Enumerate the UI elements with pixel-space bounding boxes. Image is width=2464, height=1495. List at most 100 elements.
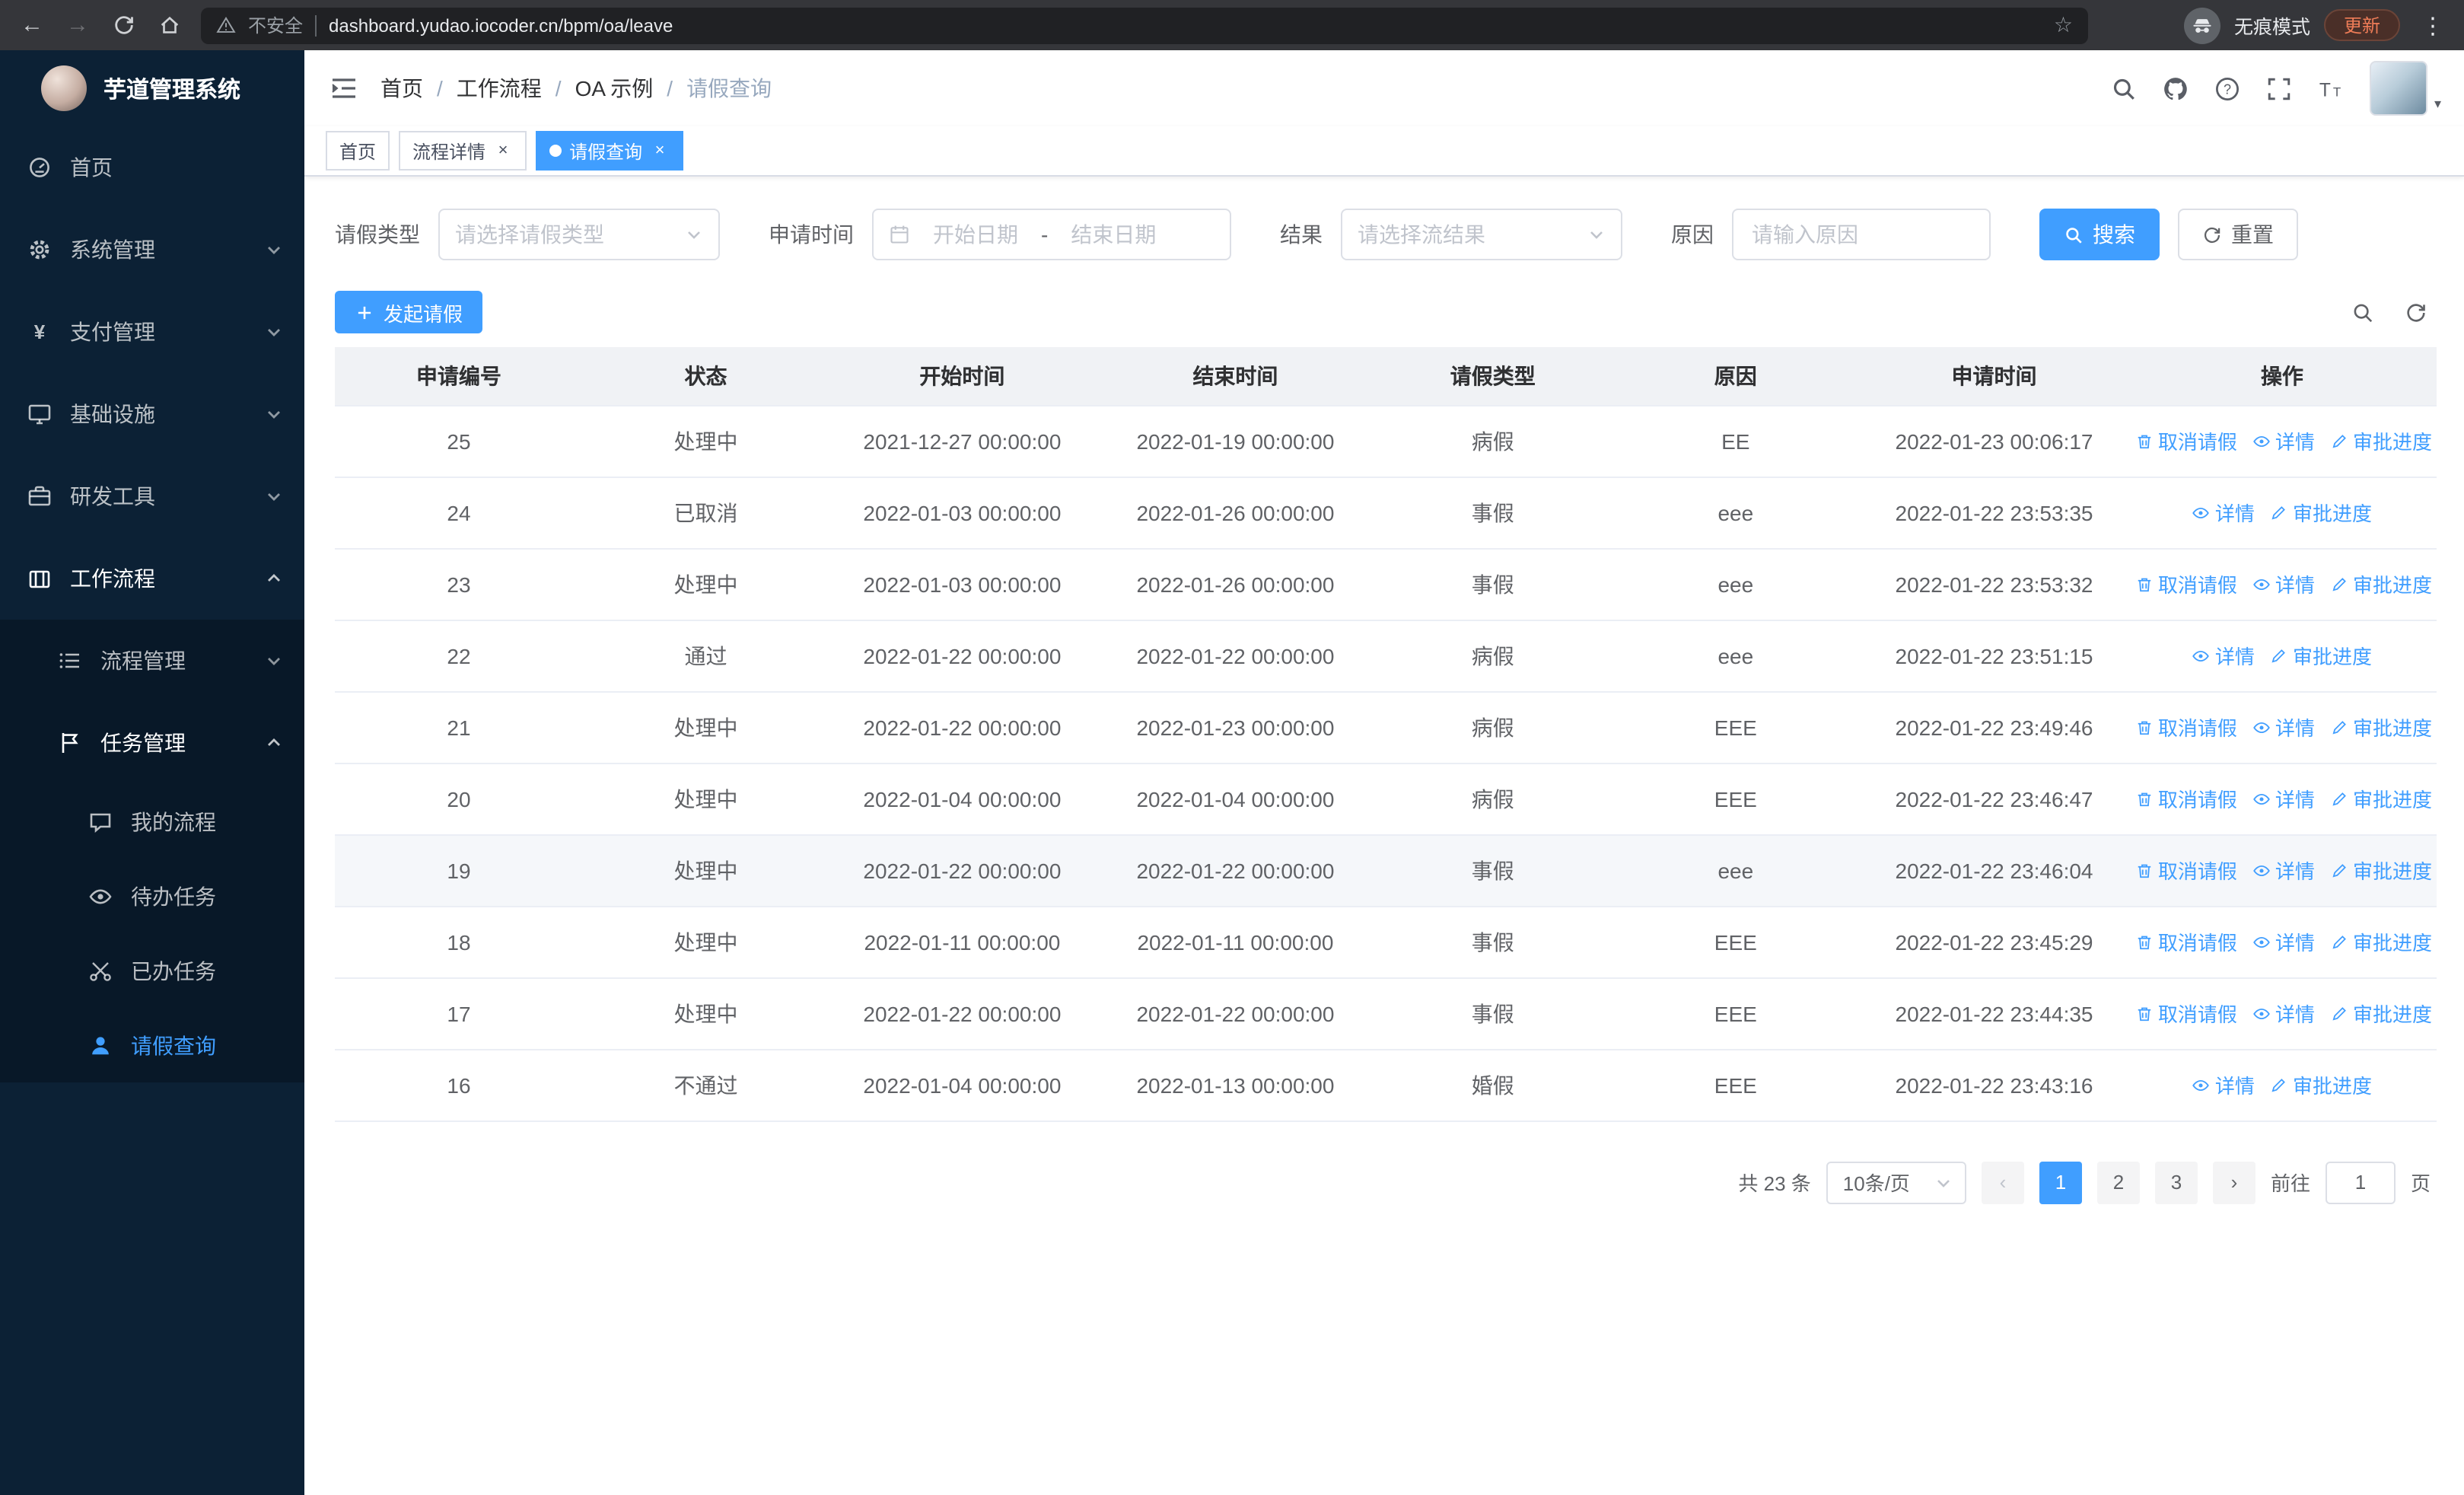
- action-cancel-link[interactable]: 取消请假: [2135, 712, 2237, 741]
- sidebar-item-task-management[interactable]: 任务管理: [0, 702, 304, 784]
- action-cancel-link[interactable]: 取消请假: [2135, 784, 2237, 813]
- action-label: 审批进度: [2352, 431, 2432, 454]
- browser-menu-icon[interactable]: ⋮: [2414, 11, 2452, 39]
- eye-icon: [2252, 861, 2271, 879]
- update-button[interactable]: 更新: [2323, 9, 2400, 41]
- start-date-input[interactable]: [921, 222, 1030, 247]
- sidebar-item-workflow[interactable]: 工作流程: [0, 537, 304, 620]
- cell-start: 2022-01-11 00:00:00: [829, 906, 1096, 978]
- browser-reload-icon[interactable]: [103, 5, 143, 45]
- action-progress-link[interactable]: 审批进度: [2330, 999, 2432, 1028]
- tab-process-detail[interactable]: 流程详情 ×: [399, 131, 527, 171]
- reset-button[interactable]: 重置: [2178, 209, 2298, 260]
- monitor-icon: [27, 402, 52, 426]
- action-progress-link[interactable]: 审批进度: [2330, 426, 2432, 455]
- action-detail-link[interactable]: 详情: [2252, 856, 2315, 885]
- sidebar-item-done-tasks[interactable]: 已办任务: [0, 933, 304, 1008]
- url-text[interactable]: dashboard.yudao.iocoder.cn/bpm/oa/leave: [329, 14, 2042, 36]
- action-detail-link[interactable]: 详情: [2252, 569, 2315, 598]
- prev-page-button[interactable]: ‹: [1981, 1161, 2024, 1203]
- reason-input[interactable]: [1752, 222, 1971, 247]
- github-icon[interactable]: [2163, 75, 2189, 101]
- date-range-picker[interactable]: -: [872, 209, 1231, 260]
- cell-id: 21: [335, 691, 583, 763]
- table-toolbar: 发起请假: [335, 291, 2437, 333]
- page-size-select[interactable]: 10条/页: [1826, 1161, 1966, 1203]
- action-progress-link[interactable]: 审批进度: [2330, 712, 2432, 741]
- breadcrumb-separator: /: [437, 76, 443, 100]
- fullscreen-icon[interactable]: [2267, 75, 2293, 101]
- action-cancel-link[interactable]: 取消请假: [2135, 426, 2237, 455]
- bookmark-star-icon[interactable]: ☆: [2054, 12, 2073, 38]
- action-detail-link[interactable]: 详情: [2252, 712, 2315, 741]
- action-cancel-link[interactable]: 取消请假: [2135, 999, 2237, 1028]
- cell-reason: EEE: [1610, 763, 1861, 835]
- help-icon[interactable]: ?: [2215, 75, 2241, 101]
- browser-home-icon[interactable]: [149, 5, 189, 45]
- action-progress-link[interactable]: 审批进度: [2270, 498, 2372, 527]
- sidebar-collapse-icon[interactable]: [330, 76, 358, 100]
- action-progress-link[interactable]: 审批进度: [2330, 856, 2432, 885]
- search-icon[interactable]: [2112, 75, 2138, 101]
- action-progress-link[interactable]: 审批进度: [2330, 927, 2432, 956]
- result-select[interactable]: 请选择流结果: [1341, 209, 1622, 260]
- action-detail-link[interactable]: 详情: [2252, 999, 2315, 1028]
- search-button[interactable]: 搜索: [2039, 209, 2160, 260]
- sidebar-item-label: 任务管理: [100, 731, 186, 755]
- action-detail-link[interactable]: 详情: [2192, 641, 2255, 670]
- close-icon[interactable]: ×: [493, 141, 513, 161]
- sidebar-item-todo-tasks[interactable]: 待办任务: [0, 859, 304, 933]
- avatar[interactable]: [2370, 61, 2428, 116]
- action-cancel-link[interactable]: 取消请假: [2135, 927, 2237, 956]
- refresh-icon[interactable]: [2405, 301, 2427, 324]
- sidebar-item-process-management[interactable]: 流程管理: [0, 620, 304, 702]
- action-detail-link[interactable]: 详情: [2252, 426, 2315, 455]
- leave-type-select[interactable]: 请选择请假类型: [438, 209, 720, 260]
- action-detail-link[interactable]: 详情: [2192, 1070, 2255, 1099]
- cell-reason: eee: [1610, 548, 1861, 620]
- breadcrumb-item[interactable]: 工作流程: [457, 73, 542, 104]
- cell-end: 2022-01-22 00:00:00: [1095, 620, 1376, 692]
- action-cancel-link[interactable]: 取消请假: [2135, 856, 2237, 885]
- action-cancel-link[interactable]: 取消请假: [2135, 569, 2237, 598]
- action-progress-link[interactable]: 审批进度: [2330, 784, 2432, 813]
- font-size-icon[interactable]: TT: [2319, 75, 2345, 101]
- action-progress-link[interactable]: 审批进度: [2330, 569, 2432, 598]
- security-label[interactable]: 不安全: [248, 12, 303, 38]
- sidebar-item-system-management[interactable]: 系统管理: [0, 209, 304, 291]
- action-progress-link[interactable]: 审批进度: [2270, 641, 2372, 670]
- action-detail-link[interactable]: 详情: [2252, 784, 2315, 813]
- action-detail-link[interactable]: 详情: [2192, 498, 2255, 527]
- sidebar-item-my-process[interactable]: 我的流程: [0, 784, 304, 859]
- end-date-input[interactable]: [1059, 222, 1169, 247]
- next-page-button[interactable]: ›: [2212, 1161, 2255, 1203]
- user-menu[interactable]: ▾: [2370, 61, 2441, 116]
- goto-page-input[interactable]: [2325, 1161, 2396, 1203]
- page-button-3[interactable]: 3: [2154, 1161, 2198, 1203]
- tab-leave-query[interactable]: 请假查询 ×: [536, 131, 684, 171]
- create-leave-button[interactable]: 发起请假: [335, 291, 483, 333]
- action-label: 取消请假: [2157, 574, 2237, 597]
- breadcrumb-item[interactable]: OA 示例: [575, 73, 654, 104]
- cell-reason: EEE: [1610, 691, 1861, 763]
- app-header: 首页 / 工作流程 / OA 示例 / 请假查询 ? T T ▾: [304, 50, 2464, 126]
- sidebar-item-dev-tools[interactable]: 研发工具: [0, 455, 304, 537]
- zoom-icon[interactable]: [2351, 301, 2374, 324]
- url-bar[interactable]: 不安全 dashboard.yudao.iocoder.cn/bpm/oa/le…: [201, 7, 2088, 43]
- cell-start: 2022-01-03 00:00:00: [829, 548, 1096, 620]
- app-logo[interactable]: 芋道管理系统: [0, 50, 304, 126]
- close-icon[interactable]: ×: [650, 141, 670, 161]
- sidebar-item-home[interactable]: 首页: [0, 126, 304, 209]
- browser-forward-icon[interactable]: →: [58, 5, 97, 45]
- action-detail-link[interactable]: 详情: [2252, 927, 2315, 956]
- sidebar-item-payment-management[interactable]: ¥ 支付管理: [0, 291, 304, 373]
- tab-home[interactable]: 首页: [326, 131, 390, 171]
- cell-start: 2022-01-22 00:00:00: [829, 620, 1096, 692]
- sidebar-item-leave-query[interactable]: 请假查询: [0, 1008, 304, 1082]
- sidebar-item-infrastructure[interactable]: 基础设施: [0, 373, 304, 455]
- page-button-1[interactable]: 1: [2039, 1161, 2082, 1203]
- browser-back-icon[interactable]: ←: [12, 5, 52, 45]
- breadcrumb-item[interactable]: 首页: [380, 73, 423, 104]
- action-progress-link[interactable]: 审批进度: [2270, 1070, 2372, 1099]
- page-button-2[interactable]: 2: [2096, 1161, 2140, 1203]
